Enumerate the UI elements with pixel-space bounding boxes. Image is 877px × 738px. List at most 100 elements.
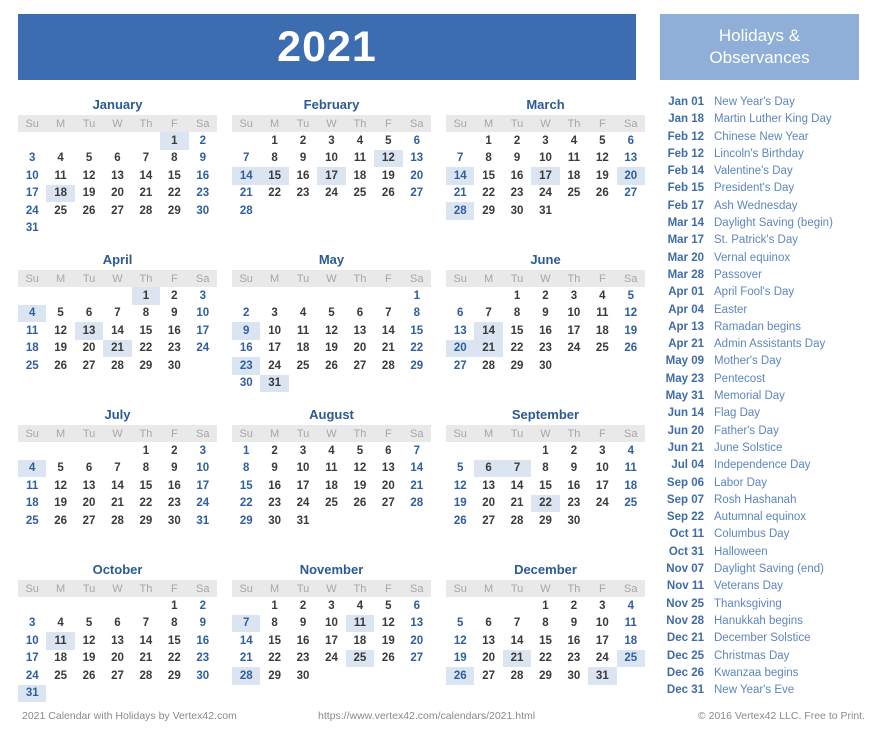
day-cell[interactable]: 13 [103, 632, 131, 650]
day-cell[interactable]: 1 [132, 442, 160, 460]
day-cell[interactable]: 19 [75, 650, 103, 668]
day-cell[interactable]: 8 [232, 460, 260, 478]
day-cell[interactable]: 21 [232, 185, 260, 203]
day-cell[interactable]: 4 [289, 305, 317, 323]
day-cell[interactable]: 1 [260, 597, 288, 615]
day-cell[interactable]: 11 [46, 167, 74, 185]
day-cell[interactable]: 2 [289, 132, 317, 150]
day-cell[interactable]: 20 [374, 477, 402, 495]
day-cell[interactable]: 13 [403, 615, 431, 633]
day-cell[interactable]: 3 [189, 442, 217, 460]
day-cell[interactable]: 6 [446, 305, 474, 323]
day-cell[interactable]: 6 [103, 150, 131, 168]
day-cell[interactable]: 10 [18, 167, 46, 185]
day-cell[interactable]: 12 [617, 305, 645, 323]
day-cell[interactable]: 12 [446, 477, 474, 495]
day-cell[interactable]: 7 [103, 305, 131, 323]
day-cell[interactable]: 18 [46, 650, 74, 668]
day-cell[interactable]: 4 [617, 442, 645, 460]
day-cell[interactable]: 24 [18, 202, 46, 220]
day-cell[interactable]: 1 [474, 132, 502, 150]
day-cell[interactable]: 4 [617, 597, 645, 615]
day-cell[interactable]: 9 [289, 615, 317, 633]
day-cell[interactable]: 18 [289, 340, 317, 358]
day-cell[interactable]: 18 [617, 477, 645, 495]
day-cell[interactable]: 9 [232, 322, 261, 340]
day-cell[interactable]: 27 [617, 185, 645, 203]
day-cell[interactable]: 6 [617, 132, 645, 150]
day-cell[interactable]: 26 [46, 512, 74, 530]
day-cell[interactable]: 23 [531, 340, 559, 358]
day-cell[interactable]: 14 [403, 460, 431, 478]
day-cell[interactable]: 26 [588, 185, 616, 203]
day-cell[interactable]: 12 [374, 149, 403, 167]
day-cell[interactable]: 13 [374, 460, 402, 478]
day-cell[interactable]: 21 [232, 650, 260, 668]
day-cell[interactable]: 26 [446, 667, 475, 685]
day-cell[interactable]: 4 [18, 304, 47, 322]
day-cell[interactable]: 10 [317, 150, 345, 168]
day-cell[interactable]: 4 [560, 132, 588, 150]
day-cell[interactable]: 26 [346, 495, 374, 513]
day-cell[interactable]: 21 [502, 649, 532, 667]
day-cell[interactable]: 7 [474, 305, 502, 323]
day-cell[interactable]: 12 [446, 632, 474, 650]
day-cell[interactable]: 29 [132, 357, 160, 375]
day-cell[interactable]: 23 [189, 650, 217, 668]
day-cell[interactable]: 9 [531, 305, 559, 323]
day-cell[interactable]: 17 [18, 650, 46, 668]
day-cell[interactable]: 19 [446, 495, 474, 513]
day-cell[interactable]: 2 [560, 442, 588, 460]
day-cell[interactable]: 16 [531, 322, 559, 340]
day-cell[interactable]: 22 [260, 650, 288, 668]
day-cell[interactable]: 11 [346, 150, 374, 168]
day-cell[interactable]: 25 [346, 185, 374, 203]
day-cell[interactable]: 8 [160, 150, 188, 168]
day-cell[interactable]: 21 [474, 339, 503, 357]
day-cell[interactable]: 30 [189, 202, 217, 220]
day-cell[interactable]: 9 [289, 150, 317, 168]
day-cell[interactable]: 3 [18, 615, 46, 633]
day-cell[interactable]: 22 [160, 650, 188, 668]
day-cell[interactable]: 24 [289, 495, 317, 513]
day-cell[interactable]: 25 [18, 357, 46, 375]
day-cell[interactable]: 16 [560, 632, 588, 650]
day-cell[interactable]: 17 [317, 167, 346, 185]
day-cell[interactable]: 28 [232, 202, 260, 220]
day-cell[interactable]: 18 [317, 477, 345, 495]
day-cell[interactable]: 19 [617, 322, 645, 340]
day-cell[interactable]: 28 [446, 202, 475, 220]
day-cell[interactable]: 21 [132, 185, 160, 203]
day-cell[interactable]: 20 [103, 650, 131, 668]
day-cell[interactable]: 30 [503, 202, 531, 220]
day-cell[interactable]: 11 [46, 632, 75, 650]
day-cell[interactable]: 4 [346, 597, 374, 615]
day-cell[interactable]: 2 [189, 597, 217, 615]
day-cell[interactable]: 11 [560, 150, 588, 168]
day-cell[interactable]: 19 [374, 167, 402, 185]
day-cell[interactable]: 7 [502, 459, 532, 477]
day-cell[interactable]: 27 [446, 357, 474, 375]
day-cell[interactable]: 16 [289, 167, 317, 185]
day-cell[interactable]: 11 [588, 305, 616, 323]
day-cell[interactable]: 5 [346, 442, 374, 460]
day-cell[interactable]: 10 [531, 150, 559, 168]
day-cell[interactable]: 1 [160, 132, 189, 150]
day-cell[interactable]: 14 [446, 167, 475, 185]
day-cell[interactable]: 13 [474, 632, 502, 650]
day-cell[interactable]: 28 [374, 357, 402, 375]
day-cell[interactable]: 4 [46, 615, 74, 633]
day-cell[interactable]: 31 [18, 220, 46, 238]
day-cell[interactable]: 3 [317, 597, 345, 615]
day-cell[interactable]: 17 [289, 477, 317, 495]
day-cell[interactable]: 1 [160, 597, 188, 615]
day-cell[interactable]: 27 [75, 357, 103, 375]
day-cell[interactable]: 18 [18, 340, 46, 358]
day-cell[interactable]: 30 [560, 512, 588, 530]
day-cell[interactable]: 26 [317, 357, 345, 375]
day-cell[interactable]: 14 [503, 632, 531, 650]
day-cell[interactable]: 13 [346, 322, 374, 340]
day-cell[interactable]: 24 [560, 340, 588, 358]
day-cell[interactable]: 25 [289, 357, 317, 375]
day-cell[interactable]: 1 [260, 132, 288, 150]
